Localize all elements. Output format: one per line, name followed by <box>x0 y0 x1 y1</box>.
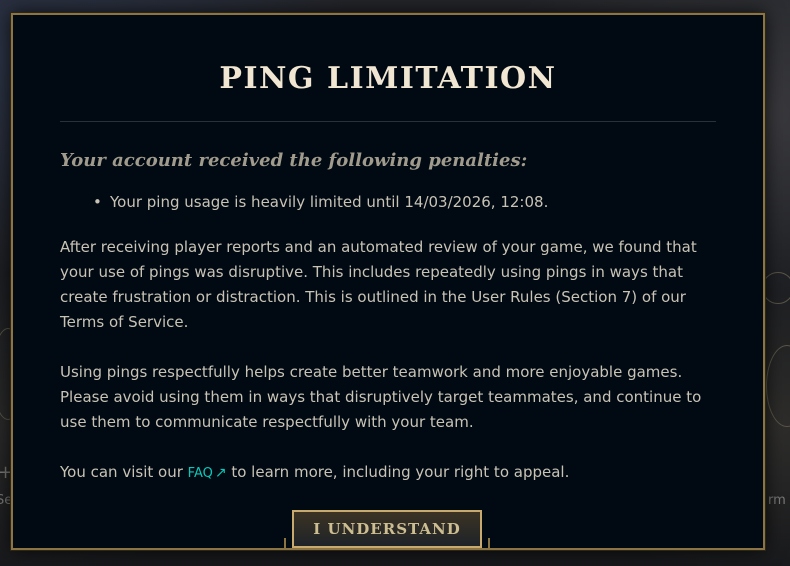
faq-link[interactable]: FAQ ↗ <box>187 465 227 481</box>
penalties-heading: Your account received the following pena… <box>60 150 528 171</box>
explanation-paragraph: After receiving player reports and an au… <box>60 238 697 331</box>
button-frame: I UNDERSTAND <box>284 510 490 550</box>
penalty-modal: PING LIMITATION Your account received th… <box>11 13 765 550</box>
penalty-item: • Your ping usage is heavily limited unt… <box>93 193 549 211</box>
faq-prefix-text: You can visit our <box>60 463 183 481</box>
external-link-arrow-icon: ↗ <box>214 465 227 481</box>
faq-paragraph: You can visit our FAQ ↗ to learn more, in… <box>60 460 725 486</box>
background-text-fragment: rm <box>768 493 786 508</box>
faq-link-label: FAQ <box>187 466 213 481</box>
i-understand-button[interactable]: I UNDERSTAND <box>292 510 482 548</box>
title-divider <box>60 121 716 122</box>
penalty-item-text: Your ping usage is heavily limited until… <box>110 193 549 211</box>
background-decoration <box>762 272 790 304</box>
i-understand-button-label: I UNDERSTAND <box>313 520 461 538</box>
guidance-paragraph: Using pings respectfully helps create be… <box>60 363 702 431</box>
faq-suffix-text: to learn more, including your right to a… <box>231 463 570 481</box>
modal-title: PING LIMITATION <box>219 61 557 96</box>
bullet-icon: • <box>93 193 102 211</box>
penalty-list: • Your ping usage is heavily limited unt… <box>60 193 548 211</box>
